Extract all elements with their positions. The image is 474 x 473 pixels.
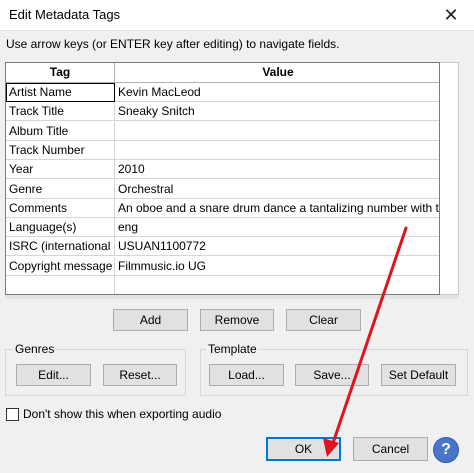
tag-cell[interactable]: Track Number [6,140,115,160]
value-cell[interactable]: 2010 [115,160,439,179]
close-icon[interactable]: ✕ [434,0,468,31]
cancel-button[interactable]: Cancel [353,437,428,461]
tag-cell[interactable]: Copyright message [6,256,115,276]
tag-cell[interactable]: Artist Name [6,83,115,102]
value-cell[interactable]: Filmmusic.io UG [115,257,439,276]
template-save-button[interactable]: Save... [295,364,369,386]
value-cell[interactable]: Kevin MacLeod [115,83,439,102]
metadata-grid[interactable]: Tag Value Artist Name Kevin MacLeod Track … [5,62,440,295]
add-button[interactable]: Add [113,309,188,331]
tag-cell[interactable]: Year [6,160,115,180]
dont-show-label[interactable]: Don't show this when exporting audio [23,407,221,421]
template-set-default-button[interactable]: Set Default [381,364,456,386]
column-header-tag[interactable]: Tag [6,63,115,83]
tag-cell[interactable]: ISRC (international [6,237,115,257]
grid-empty-area [6,276,115,294]
grid-row[interactable]: Comments An oboe and a snare drum dance a… [6,198,439,218]
grid-row[interactable]: Album Title [6,121,439,141]
genres-edit-button[interactable]: Edit... [16,364,91,386]
tag-cell[interactable]: Language(s) [6,218,115,238]
grid-row[interactable]: Track Title Sneaky Snitch [6,102,439,122]
tag-cell[interactable]: Track Title [6,102,115,122]
value-cell[interactable] [115,141,439,160]
grid-row[interactable]: ISRC (international USUAN1100772 [6,237,439,257]
value-cell[interactable]: Sneaky Snitch [115,102,439,121]
ok-button[interactable]: OK [266,437,341,461]
grid-row[interactable]: Year 2010 [6,160,439,180]
tag-cell[interactable]: Album Title [6,121,115,141]
grid-row[interactable]: Copyright message Filmmusic.io UG [6,256,439,276]
grid-row[interactable]: Language(s) eng [6,218,439,238]
genres-group-label: Genres [13,342,57,356]
grid-header: Tag Value [6,63,439,83]
column-header-value[interactable]: Value [115,63,439,83]
title-bar: Edit Metadata Tags ✕ [0,0,474,31]
grid-row[interactable]: Genre Orchestral [6,179,439,199]
grid-row[interactable]: Track Number [6,140,439,160]
grid-row[interactable]: Artist Name Kevin MacLeod [6,83,439,102]
help-icon[interactable]: ? [433,437,459,463]
value-cell[interactable] [115,122,439,141]
window-title: Edit Metadata Tags [9,7,121,22]
remove-button[interactable]: Remove [200,309,274,331]
clear-button[interactable]: Clear [286,309,361,331]
vertical-scrollbar[interactable] [440,62,459,295]
value-cell[interactable]: Orchestral [115,180,439,199]
tag-cell[interactable]: Comments [6,198,115,218]
instructions-text: Use arrow keys (or ENTER key after editi… [6,37,340,51]
value-cell[interactable]: eng [115,218,439,237]
tag-cell[interactable]: Genre [6,179,115,199]
horizontal-scrollbar[interactable] [5,295,459,299]
genres-reset-button[interactable]: Reset... [103,364,177,386]
value-cell[interactable]: An oboe and a snare drum dance a tantali… [115,199,439,218]
template-group-label: Template [206,342,259,356]
dont-show-checkbox[interactable] [6,408,19,421]
template-load-button[interactable]: Load... [209,364,284,386]
value-cell[interactable]: USUAN1100772 [115,237,439,256]
